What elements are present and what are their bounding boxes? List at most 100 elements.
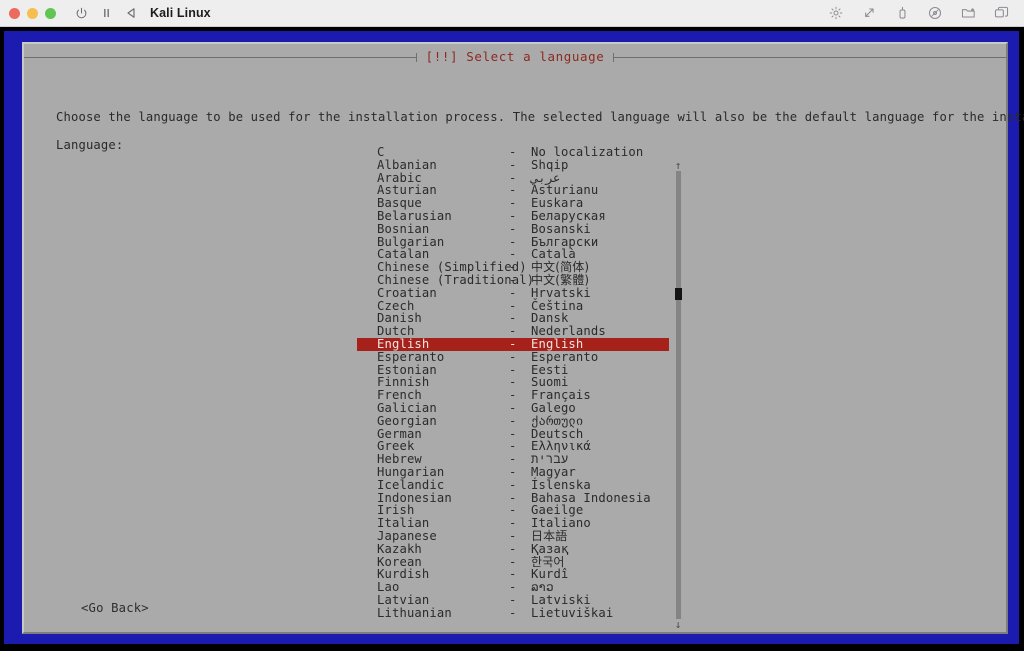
vm-guest-screen: [!!] Select a language Choose the langua… — [0, 27, 1024, 651]
language-native-name: Italiano — [531, 516, 591, 531]
language-row[interactable]: Lao - ລາວ — [357, 581, 669, 594]
language-row[interactable]: Belarusian - Беларуская — [357, 210, 669, 223]
language-english-name: Japanese — [377, 528, 437, 543]
scroll-up-arrow-icon[interactable]: ↑ — [672, 160, 684, 171]
language-separator: - — [509, 157, 517, 172]
language-list-scrollbar[interactable]: ↑ ↓ — [672, 160, 684, 630]
language-english-name: Italian — [377, 516, 430, 531]
scrollbar-thumb[interactable] — [675, 288, 682, 300]
language-english-name: Lithuanian — [377, 605, 452, 620]
language-field-label: Language: — [56, 138, 124, 152]
language-native-name: Беларуская — [531, 208, 606, 223]
usb-icon[interactable] — [891, 2, 913, 24]
language-row[interactable]: Hebrew - עברית — [357, 453, 669, 466]
language-english-name: C — [377, 146, 385, 159]
language-list-container: C - No localization Albanian - Shqip Arabic - عر… — [357, 146, 687, 631]
language-native-name: עברית — [531, 452, 569, 467]
language-native-name: Shqip — [531, 157, 569, 172]
minimize-window-button[interactable] — [27, 7, 38, 19]
window-title: Kali Linux — [150, 6, 211, 20]
language-native-name: Latviski — [531, 592, 591, 607]
language-row[interactable]: Croatian - Hrvatski — [357, 285, 669, 300]
language-row[interactable]: Esperanto - Esperanto — [357, 349, 669, 364]
language-native-name: Íslenska — [531, 477, 591, 492]
language-separator: - — [509, 464, 517, 479]
power-icon[interactable] — [70, 2, 92, 24]
brightness-icon[interactable] — [825, 2, 847, 24]
language-separator: - — [509, 272, 517, 287]
maximize-window-button[interactable] — [45, 7, 56, 19]
language-row[interactable]: English - English — [357, 338, 669, 351]
back-icon[interactable] — [120, 2, 142, 24]
language-native-name: 日本語 — [531, 528, 568, 543]
language-english-name: Kazakh — [377, 541, 422, 556]
language-native-name: Bosanski — [531, 221, 591, 236]
language-native-name: ქართული — [531, 413, 584, 428]
close-window-button[interactable] — [9, 7, 20, 19]
language-english-name: Lao — [377, 580, 400, 595]
language-english-name: English — [377, 336, 430, 351]
intro-text: Choose the language to be used for the i… — [56, 110, 1024, 124]
dialog-banner: [!!] Select a language — [24, 48, 1007, 66]
titlebar-left-group: Kali Linux — [0, 2, 211, 24]
language-native-name: Magyar — [531, 464, 576, 479]
language-separator: - — [509, 208, 517, 223]
language-separator: - — [509, 528, 517, 543]
scroll-down-arrow-icon[interactable]: ↓ — [672, 619, 684, 630]
language-native-name: ລາວ — [531, 580, 554, 595]
language-row[interactable]: Albanian - Shqip — [357, 157, 669, 172]
language-separator: - — [509, 541, 517, 556]
language-english-name: Galician — [377, 400, 437, 415]
shared-folder-icon[interactable] — [957, 2, 979, 24]
language-separator: - — [509, 452, 517, 467]
pause-icon[interactable] — [95, 2, 117, 24]
language-row[interactable]: Italian - Italiano — [357, 517, 669, 530]
language-row[interactable]: Hungarian - Magyar — [357, 466, 669, 479]
go-back-button[interactable]: <Go Back> — [81, 601, 149, 615]
language-separator: - — [509, 146, 517, 159]
language-list[interactable]: C - No localization Albanian - Shqip Arabic - عر… — [357, 146, 669, 631]
language-separator: - — [509, 477, 517, 492]
language-english-name: Hebrew — [377, 452, 422, 467]
language-row[interactable]: Latvian - Latviski — [357, 594, 669, 607]
language-row[interactable]: Bosnian - Bosanski — [357, 221, 669, 236]
language-separator: - — [509, 349, 517, 364]
language-row[interactable]: Georgian - ქართული — [357, 413, 669, 428]
language-separator: - — [509, 400, 517, 415]
language-row[interactable]: Japanese - 日本語 — [357, 530, 669, 543]
language-row[interactable]: Lithuanian - Lietuviškai — [357, 605, 669, 620]
language-english-name: Icelandic — [377, 477, 445, 492]
language-native-name: No localization — [531, 146, 644, 159]
titlebar-right-group — [825, 2, 1024, 24]
banner-rule-left — [24, 56, 416, 58]
language-english-name: Esperanto — [377, 349, 445, 364]
banner-rule-right — [614, 56, 1007, 58]
language-row[interactable]: Icelandic - Íslenska — [357, 477, 669, 492]
language-separator: - — [509, 516, 517, 531]
language-row[interactable]: C - No localization — [357, 146, 669, 159]
resize-icon[interactable] — [858, 2, 880, 24]
language-row[interactable]: Kazakh - Қазақ — [357, 541, 669, 556]
language-separator: - — [509, 336, 517, 351]
disc-icon[interactable] — [924, 2, 946, 24]
language-native-name: Galego — [531, 400, 576, 415]
language-native-name: Hrvatski — [531, 285, 591, 300]
language-separator: - — [509, 285, 517, 300]
windows-icon[interactable] — [990, 2, 1012, 24]
language-english-name: Albanian — [377, 157, 437, 172]
scrollbar-track[interactable] — [676, 171, 681, 619]
language-english-name: Bosnian — [377, 221, 430, 236]
language-row[interactable]: Chinese (Traditional) - 中文(繁體) — [357, 274, 669, 287]
language-native-name: Esperanto — [531, 349, 599, 364]
window-controls — [9, 7, 56, 19]
language-separator: - — [509, 580, 517, 595]
language-native-name: Lietuviškai — [531, 605, 614, 620]
installer-dialog: [!!] Select a language Choose the langua… — [22, 42, 1024, 634]
language-separator: - — [509, 592, 517, 607]
language-english-name: Hungarian — [377, 464, 445, 479]
language-english-name: Belarusian — [377, 208, 452, 223]
vm-titlebar: Kali Linux — [0, 0, 1024, 27]
language-separator: - — [509, 605, 517, 620]
language-english-name: Chinese (Traditional) — [377, 272, 535, 287]
language-row[interactable]: Galician - Galego — [357, 402, 669, 415]
